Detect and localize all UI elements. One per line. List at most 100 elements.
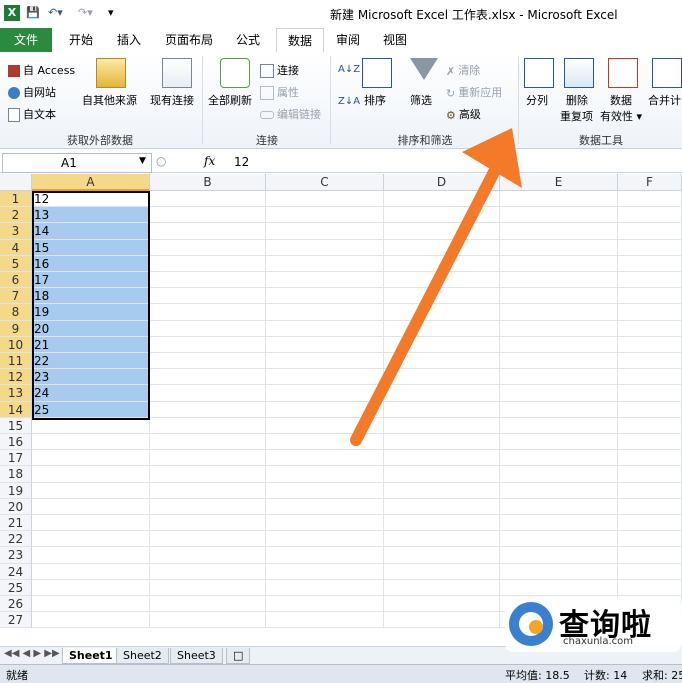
cell-b6[interactable] [150, 272, 266, 289]
sort-icon[interactable] [362, 58, 392, 88]
cell-a6[interactable]: 17 [32, 272, 150, 289]
row-header-17[interactable]: 17 [0, 450, 32, 467]
cell-f6[interactable] [618, 272, 682, 289]
cell-d18[interactable] [384, 466, 500, 483]
advanced-button[interactable]: ⚙ 高级 [446, 106, 481, 122]
cell-f23[interactable] [618, 547, 682, 564]
cell-b27[interactable] [150, 612, 266, 629]
from-web-button[interactable]: 自网站 [8, 84, 56, 100]
row-header-19[interactable]: 19 [0, 482, 32, 499]
row-header-6[interactable]: 6 [0, 272, 32, 289]
redo-icon[interactable]: ↷▾ [78, 6, 93, 19]
cell-f14[interactable] [618, 401, 682, 418]
other-sources-icon[interactable] [96, 58, 126, 88]
refresh-all-icon[interactable] [220, 58, 250, 88]
cell-c21[interactable] [266, 515, 384, 532]
edit-links-button[interactable]: 编辑链接 [260, 106, 321, 122]
cell-e25[interactable] [500, 579, 618, 596]
cell-b15[interactable] [150, 417, 266, 434]
cell-c1[interactable] [266, 191, 384, 208]
cell-d14[interactable] [384, 401, 500, 418]
cell-d22[interactable] [384, 531, 500, 548]
cell-c23[interactable] [266, 547, 384, 564]
clear-button[interactable]: ✗ 清除 [446, 62, 480, 78]
text-to-columns-icon[interactable] [524, 58, 554, 88]
customize-toolbar-icon[interactable]: ▾ [108, 6, 114, 19]
sort-ascending-icon[interactable]: A↓Z [338, 64, 360, 75]
row-header-8[interactable]: 8 [0, 304, 32, 321]
row-header-23[interactable]: 23 [0, 547, 32, 564]
tab-file[interactable]: 文件 [0, 28, 52, 52]
connections-button[interactable]: 连接 [260, 62, 299, 78]
row-header-14[interactable]: 14 [0, 401, 32, 418]
cell-e2[interactable] [500, 207, 618, 224]
remove-duplicates-icon[interactable] [564, 58, 594, 88]
row-header-20[interactable]: 20 [0, 498, 32, 515]
cell-a1[interactable]: 12 [32, 191, 150, 208]
cell-d20[interactable] [384, 498, 500, 515]
cell-c27[interactable] [266, 612, 384, 629]
cell-f18[interactable] [618, 466, 682, 483]
cell-c5[interactable] [266, 255, 384, 272]
cell-c16[interactable] [266, 434, 384, 451]
cell-a12[interactable]: 23 [32, 369, 150, 386]
existing-connections-button[interactable]: 现有连接 [150, 92, 194, 108]
data-validation-icon[interactable] [608, 58, 638, 88]
collapse-icon[interactable]: ○ [156, 154, 166, 168]
cell-e24[interactable] [500, 563, 618, 580]
cell-b20[interactable] [150, 498, 266, 515]
cell-d6[interactable] [384, 272, 500, 289]
cell-a25[interactable] [32, 579, 150, 596]
name-box-dropdown-icon[interactable]: ▼ [139, 156, 146, 166]
column-header-a[interactable]: A [32, 174, 150, 191]
cell-e21[interactable] [500, 515, 618, 532]
cell-a17[interactable] [32, 450, 150, 467]
cell-a27[interactable] [32, 612, 150, 629]
cell-c4[interactable] [266, 239, 384, 256]
cell-e7[interactable] [500, 288, 618, 305]
cell-e8[interactable] [500, 304, 618, 321]
cell-d15[interactable] [384, 417, 500, 434]
cell-e16[interactable] [500, 434, 618, 451]
cell-d7[interactable] [384, 288, 500, 305]
row-header-1[interactable]: 1 [0, 191, 32, 208]
cell-a18[interactable] [32, 466, 150, 483]
cell-a26[interactable] [32, 596, 150, 613]
cell-b24[interactable] [150, 563, 266, 580]
cell-f4[interactable] [618, 239, 682, 256]
cell-e18[interactable] [500, 466, 618, 483]
cell-e23[interactable] [500, 547, 618, 564]
cell-b26[interactable] [150, 596, 266, 613]
cell-e12[interactable] [500, 369, 618, 386]
cell-a4[interactable]: 15 [32, 239, 150, 256]
cell-a22[interactable] [32, 531, 150, 548]
cell-b18[interactable] [150, 466, 266, 483]
cell-c8[interactable] [266, 304, 384, 321]
cell-a7[interactable]: 18 [32, 288, 150, 305]
cell-c24[interactable] [266, 563, 384, 580]
cell-e4[interactable] [500, 239, 618, 256]
cell-d12[interactable] [384, 369, 500, 386]
cell-b10[interactable] [150, 336, 266, 353]
tab-page-layout[interactable]: 页面布局 [158, 28, 220, 52]
cell-e13[interactable] [500, 385, 618, 402]
cell-a9[interactable]: 20 [32, 320, 150, 337]
save-icon[interactable]: 💾 [26, 6, 40, 19]
cell-f2[interactable] [618, 207, 682, 224]
cell-d2[interactable] [384, 207, 500, 224]
cell-c26[interactable] [266, 596, 384, 613]
row-header-16[interactable]: 16 [0, 434, 32, 451]
cell-b16[interactable] [150, 434, 266, 451]
cell-e20[interactable] [500, 498, 618, 515]
sheet-tab-1[interactable]: Sheet1 [62, 648, 120, 664]
row-header-2[interactable]: 2 [0, 207, 32, 224]
cell-c2[interactable] [266, 207, 384, 224]
cell-c10[interactable] [266, 336, 384, 353]
cell-f15[interactable] [618, 417, 682, 434]
cell-d9[interactable] [384, 320, 500, 337]
column-header-c[interactable]: C [266, 174, 384, 191]
cell-a3[interactable]: 14 [32, 223, 150, 240]
cell-d17[interactable] [384, 450, 500, 467]
remove-duplicates-label[interactable]: 重复项 [560, 108, 593, 124]
filter-icon[interactable] [410, 58, 438, 80]
